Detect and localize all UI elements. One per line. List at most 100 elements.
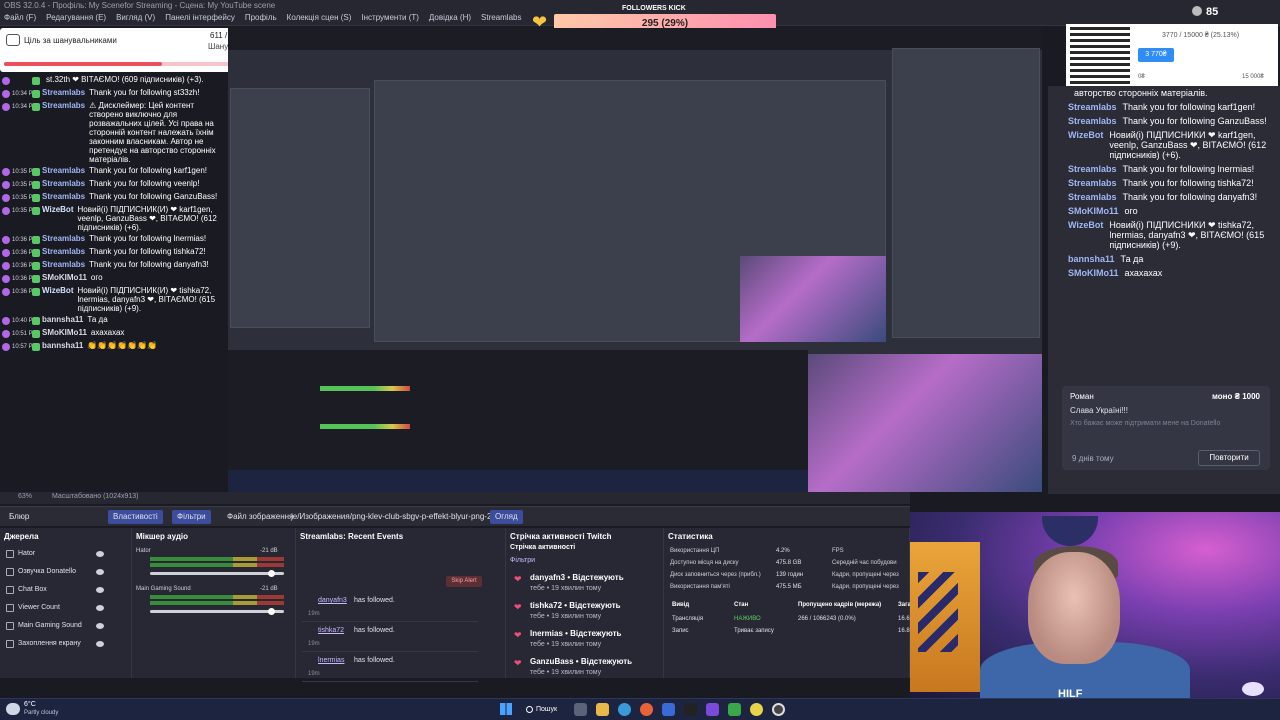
source-item[interactable]: Захоплення екрану <box>2 636 106 652</box>
chat-username[interactable]: WizeBot <box>42 205 73 214</box>
skip-alert-button[interactable]: Skip Alert <box>446 576 482 587</box>
event-user[interactable]: tishka72 <box>318 627 344 634</box>
menu-item[interactable]: Вигляд (V) <box>116 13 155 22</box>
source-type-icon <box>6 550 14 558</box>
chat-username[interactable]: bannsha11 <box>42 315 83 324</box>
eye-icon[interactable] <box>96 623 104 629</box>
app-icon[interactable] <box>706 703 719 716</box>
source-item[interactable]: Viewer Count <box>2 600 106 616</box>
chat-username[interactable]: SMoKIMo11 <box>1068 206 1119 216</box>
chat-username[interactable]: bannsha11 <box>42 341 83 350</box>
menu-item[interactable]: Streamlabs <box>481 13 521 22</box>
chat-username[interactable]: Streamlabs <box>42 166 85 175</box>
volume-slider[interactable] <box>150 610 284 613</box>
obs-icon[interactable] <box>772 703 785 716</box>
heart-icon: ❤ <box>514 602 522 612</box>
window-title: OBS 32.0.4 - Профіль: My Scenefor Stream… <box>4 1 276 10</box>
windows-start-icon[interactable] <box>500 703 512 715</box>
edge-icon[interactable] <box>618 703 631 716</box>
eye-icon[interactable] <box>96 569 104 575</box>
chat-username[interactable]: Streamlabs <box>42 88 85 97</box>
stats-column-header: Пропущено кадрів (мережа) <box>798 602 882 608</box>
browse-button[interactable]: Огляд <box>490 510 523 524</box>
source-label: Озвучка Donatello <box>18 568 76 575</box>
chat-username[interactable]: Streamlabs <box>42 179 85 188</box>
chat-username[interactable]: Streamlabs <box>1068 116 1117 126</box>
chat-username[interactable]: WizeBot <box>42 286 73 295</box>
preview-meter <box>320 386 410 391</box>
chat-username[interactable]: Streamlabs <box>1068 178 1117 188</box>
menu-item[interactable]: Редагування (Е) <box>46 13 106 22</box>
activity-time: тебе • 19 хвилин тому <box>530 669 602 676</box>
chat-time: 10:35 PM <box>12 181 38 188</box>
twitch-icon <box>2 274 10 283</box>
menu-item[interactable]: Довідка (H) <box>429 13 471 22</box>
properties-button[interactable]: Властивості <box>108 510 163 524</box>
chat-username[interactable]: Streamlabs <box>1068 164 1117 174</box>
badge-icon <box>32 274 40 283</box>
source-type-icon <box>6 604 14 612</box>
app-icon[interactable] <box>662 703 675 716</box>
file-explorer-icon[interactable] <box>596 703 609 716</box>
volume-slider[interactable] <box>150 572 284 575</box>
source-item[interactable]: Chat Box <box>2 582 106 598</box>
chat-username[interactable]: SMoKIMo11 <box>42 328 87 337</box>
image-path-field[interactable]: је/Изображения/png-klev-club-sbgv-p-effe… <box>286 510 516 524</box>
chat-message: 10:34 PM Streamlabs ⚠ Дисклеймер: Цей конт… <box>0 100 228 165</box>
menu-item[interactable]: Файл (F) <box>4 13 36 22</box>
mixer-channel-name: Hator <box>136 548 151 554</box>
chat-text: ого <box>1124 206 1138 216</box>
twitch-icon <box>2 329 10 338</box>
terminal-icon[interactable] <box>684 703 697 716</box>
source-item[interactable]: Main Gaming Sound <box>2 618 106 634</box>
eye-icon[interactable] <box>96 587 104 593</box>
chat-time: 10:36 PM <box>12 249 38 256</box>
chat-username[interactable]: Streamlabs <box>42 234 85 243</box>
eye-icon[interactable] <box>96 551 104 557</box>
volume-knob[interactable] <box>268 608 275 615</box>
source-item[interactable]: Hator <box>2 546 106 562</box>
chat-username[interactable]: SMoKIMo11 <box>42 273 87 282</box>
menu-item[interactable]: Панелі інтерфейсу <box>165 13 235 22</box>
chat-meta: 10:35 PM <box>2 166 40 177</box>
chat-username[interactable]: Streamlabs <box>42 260 85 269</box>
chat-username[interactable]: WizeBot <box>1068 220 1103 230</box>
chat-username[interactable]: Streamlabs <box>1068 102 1117 112</box>
chat-username[interactable]: Streamlabs <box>42 101 85 110</box>
chat-username[interactable]: Streamlabs <box>1068 192 1117 202</box>
chat-username[interactable]: WizeBot <box>1068 130 1103 140</box>
chat-username[interactable]: SMoKIMo11 <box>1068 268 1119 278</box>
chat-text: Новий(і) ПІДПИСНИК(И) ❤ karf1gen, veenlp… <box>77 205 217 232</box>
stats-state: НАЖИВО <box>734 616 761 622</box>
task-view-icon[interactable] <box>574 703 587 716</box>
activity-filters[interactable]: Фільтри <box>510 557 535 564</box>
stats-total: 16.6 <box>898 616 910 622</box>
preview-canvas[interactable] <box>228 28 1042 492</box>
chrome-icon[interactable] <box>750 703 763 716</box>
repeat-button[interactable]: Повторити <box>1198 450 1260 466</box>
volume-knob[interactable] <box>268 570 275 577</box>
menu-item[interactable]: Інструменти (T) <box>361 13 419 22</box>
followers-title: FOLLOWERS KICK <box>622 5 686 12</box>
zoom-level: 63% <box>18 493 33 500</box>
chat-username[interactable]: Streamlabs <box>42 192 85 201</box>
menu-item[interactable]: Профіль <box>245 13 277 22</box>
chat-username[interactable]: Streamlabs <box>42 247 85 256</box>
event-user[interactable]: danyafn3 <box>318 597 347 604</box>
chat-username[interactable]: bannsha11 <box>1068 254 1115 264</box>
menu-item[interactable]: Колекція сцен (S) <box>287 13 352 22</box>
taskbar-search-button[interactable]: Пошук <box>524 702 564 717</box>
event-user[interactable]: lnermias <box>318 657 344 664</box>
source-item[interactable]: Озвучка Donatello <box>2 564 106 580</box>
source-label: Main Gaming Sound <box>18 622 82 629</box>
stats-output: Трансляція <box>672 616 704 622</box>
twitch-icon <box>2 193 10 202</box>
goal-track <box>4 62 262 66</box>
app-icon[interactable] <box>728 703 741 716</box>
filters-button[interactable]: Фільтри <box>172 510 211 524</box>
stats-column-header: Стан <box>734 602 749 608</box>
eye-icon[interactable] <box>96 605 104 611</box>
firefox-icon[interactable] <box>640 703 653 716</box>
eye-icon[interactable] <box>96 641 104 647</box>
chat-meta: 10:35 PM <box>2 205 40 216</box>
